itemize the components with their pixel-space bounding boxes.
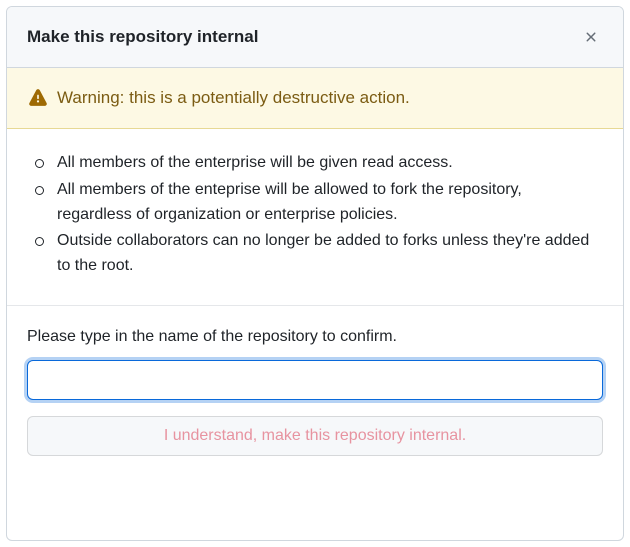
modal-title: Make this repository internal <box>27 27 258 47</box>
warning-banner: Warning: this is a potentially destructi… <box>7 68 623 129</box>
close-button[interactable] <box>579 25 603 49</box>
list-item: Outside collaborators can no longer be a… <box>31 229 599 279</box>
visibility-change-modal: Make this repository internal Warning: t… <box>6 6 624 541</box>
confirm-label: Please type in the name of the repositor… <box>27 328 603 346</box>
list-item: All members of the enteprise will be all… <box>31 178 599 228</box>
warning-text: Warning: this is a potentially destructi… <box>57 88 410 108</box>
info-list: All members of the enterprise will be gi… <box>31 151 599 279</box>
warning-icon <box>29 89 47 107</box>
close-icon <box>583 29 599 45</box>
modal-body: All members of the enterprise will be gi… <box>7 129 623 306</box>
confirm-section: Please type in the name of the repositor… <box>7 306 623 476</box>
confirm-button[interactable]: I understand, make this repository inter… <box>27 416 603 456</box>
list-item: All members of the enterprise will be gi… <box>31 151 599 176</box>
repository-name-input[interactable] <box>27 360 603 400</box>
modal-header: Make this repository internal <box>7 7 623 68</box>
